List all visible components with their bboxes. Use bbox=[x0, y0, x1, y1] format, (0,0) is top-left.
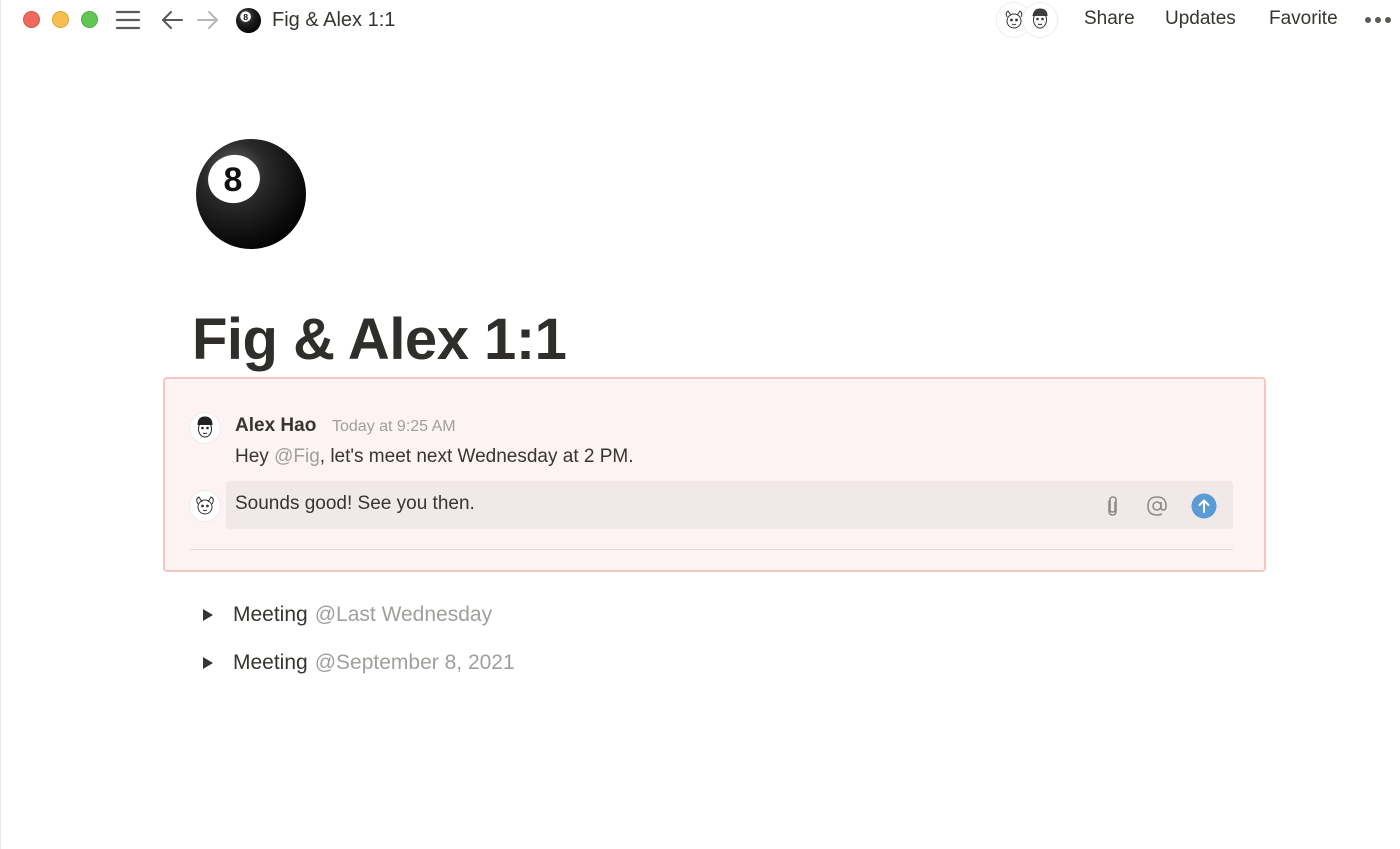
comment-body-suffix: , let's meet next Wednesday at 2 PM. bbox=[319, 446, 634, 467]
date-mention[interactable]: @September 8, 2021 bbox=[315, 651, 515, 675]
forward-arrow-icon[interactable] bbox=[194, 6, 222, 34]
sidebar-menu-icon[interactable] bbox=[114, 6, 142, 34]
reply-field bbox=[226, 481, 1233, 529]
top-bar: 8 Fig & Alex 1:1 Share Updates Favorite bbox=[1, 0, 1400, 40]
user-mention[interactable]: @Fig bbox=[274, 446, 320, 467]
close-window-button[interactable] bbox=[23, 11, 40, 28]
back-arrow-icon[interactable] bbox=[158, 6, 186, 34]
collaborator-avatars[interactable] bbox=[997, 3, 1061, 37]
8-ball-icon: 8 bbox=[235, 7, 262, 33]
window-controls bbox=[23, 11, 98, 28]
8-ball-icon[interactable]: 8 bbox=[194, 137, 308, 251]
paperclip-icon[interactable] bbox=[1099, 493, 1125, 519]
share-button[interactable]: Share bbox=[1084, 8, 1135, 30]
mention-icon[interactable] bbox=[1144, 493, 1170, 519]
toggle-triangle-icon[interactable] bbox=[198, 605, 218, 625]
toggle-item[interactable]: Meeting @September 8, 2021 bbox=[198, 651, 515, 675]
svg-text:8: 8 bbox=[243, 11, 248, 21]
send-button[interactable] bbox=[1191, 493, 1217, 519]
toggle-label: Meeting bbox=[233, 651, 308, 674]
alex-avatar bbox=[1023, 3, 1057, 37]
comment-divider bbox=[190, 549, 1233, 550]
toggle-label: Meeting bbox=[233, 603, 308, 626]
comment-body-prefix: Hey bbox=[235, 446, 275, 467]
favorite-button[interactable]: Favorite bbox=[1269, 8, 1338, 30]
more-options-icon[interactable] bbox=[1365, 17, 1391, 23]
alex-avatar bbox=[190, 413, 220, 443]
updates-button[interactable]: Updates bbox=[1165, 8, 1236, 30]
date-mention[interactable]: @Last Wednesday bbox=[315, 603, 492, 627]
maximize-window-button[interactable] bbox=[81, 11, 98, 28]
minimize-window-button[interactable] bbox=[52, 11, 69, 28]
breadcrumb[interactable]: 8 Fig & Alex 1:1 bbox=[235, 6, 395, 34]
comment-author[interactable]: Alex Hao bbox=[235, 415, 316, 437]
app-window: 8 Fig & Alex 1:1 Share Updates Favorite bbox=[0, 0, 1400, 849]
svg-text:8: 8 bbox=[224, 161, 243, 199]
breadcrumb-title: Fig & Alex 1:1 bbox=[272, 8, 396, 31]
comment-timestamp: Today at 9:25 AM bbox=[332, 418, 456, 435]
reply-input[interactable] bbox=[235, 493, 1035, 515]
toggle-item[interactable]: Meeting @Last Wednesday bbox=[198, 603, 492, 627]
fig-avatar bbox=[190, 491, 220, 521]
comment-thread: Alex Hao Today at 9:25 AM Hey @Fig, let'… bbox=[163, 377, 1266, 572]
comment-body: Hey @Fig, let's meet next Wednesday at 2… bbox=[235, 446, 634, 468]
toggle-triangle-icon[interactable] bbox=[198, 653, 218, 673]
page-title[interactable]: Fig & Alex 1:1 bbox=[192, 306, 567, 373]
